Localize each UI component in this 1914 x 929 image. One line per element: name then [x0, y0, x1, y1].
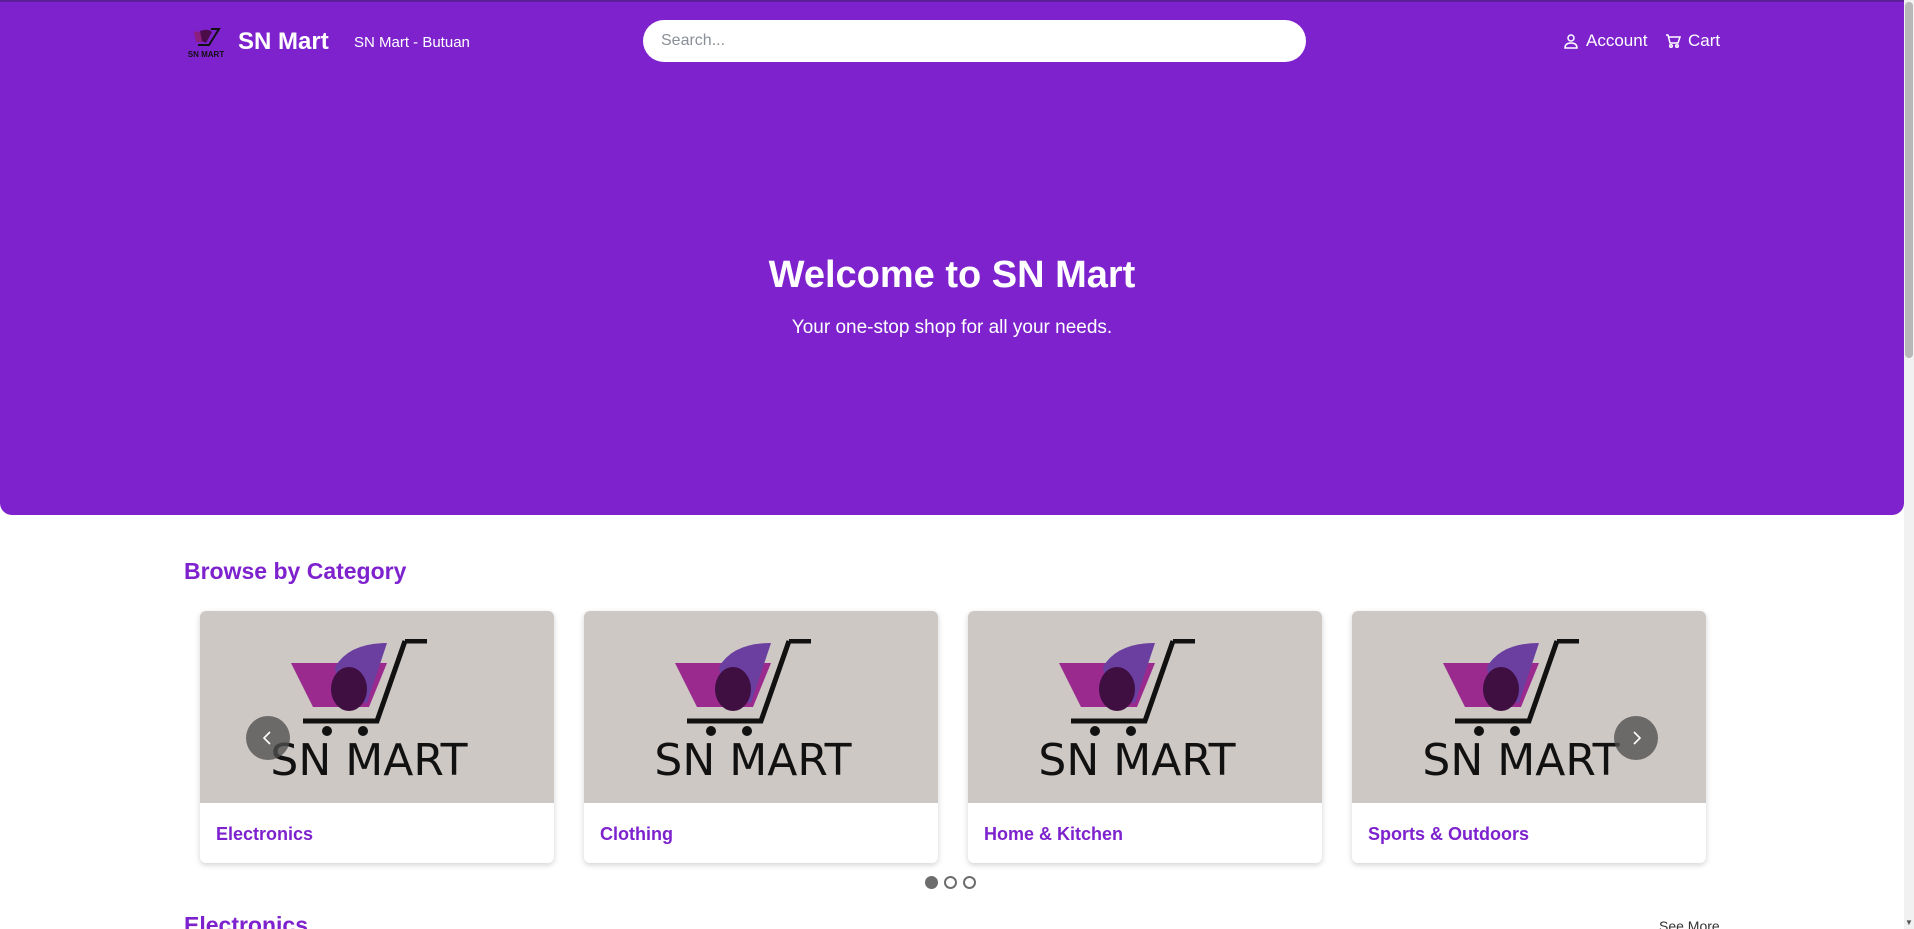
category-card-home-kitchen[interactable]: SN MART Home & Kitchen — [968, 611, 1322, 863]
carousel-dot-3[interactable] — [963, 876, 976, 889]
category-section-title: Browse by Category — [184, 558, 407, 584]
chevron-right-icon — [1633, 731, 1642, 745]
electronics-section-title: Electronics — [184, 912, 308, 929]
category-label: Home & Kitchen — [984, 824, 1124, 844]
store-location: SN Mart - Butuan — [354, 34, 470, 51]
scrollbar[interactable]: ▼ — [1904, 0, 1914, 929]
search-input[interactable] — [643, 20, 1306, 62]
svg-text:SN MART: SN MART — [654, 735, 851, 786]
scrollbar-thumb[interactable] — [1905, 2, 1913, 358]
category-image: SN MART — [200, 611, 554, 803]
logo-icon[interactable]: SN MART — [186, 26, 226, 62]
cart-link[interactable]: Cart — [1665, 30, 1720, 52]
svg-text:SN MART: SN MART — [188, 50, 225, 59]
account-label: Account — [1586, 31, 1648, 50]
hero-subtitle: Your one-stop shop for all your needs. — [791, 317, 1113, 338]
cart-icon — [1666, 34, 1681, 49]
hero-title: Welcome to SN Mart — [768, 254, 1136, 296]
sn-mart-logo-icon: SN MART — [1038, 639, 1236, 786]
page: SN MART SN Mart SN Mart - Butuan Account… — [0, 0, 1914, 929]
see-more-link[interactable]: See More — [1659, 917, 1720, 929]
svg-text:SN MART: SN MART — [270, 735, 467, 786]
carousel-dot-1[interactable] — [925, 876, 938, 889]
sn-mart-logo-icon: SN MART — [654, 639, 852, 786]
brand-name[interactable]: SN Mart — [238, 26, 329, 58]
svg-text:SN MART: SN MART — [1038, 735, 1235, 786]
carousel-next-button[interactable] — [1614, 716, 1658, 760]
cart-label: Cart — [1688, 31, 1721, 50]
category-label: Electronics — [216, 824, 314, 844]
navbar: SN MART SN Mart SN Mart - Butuan Account… — [0, 2, 1904, 80]
carousel-prev-button[interactable] — [246, 716, 290, 760]
category-label: Sports & Outdoors — [1368, 824, 1529, 844]
category-image: SN MART — [584, 611, 938, 803]
carousel-dot-2[interactable] — [944, 876, 957, 889]
category-image: SN MART — [1352, 611, 1706, 803]
hero-banner: SN MART SN Mart SN Mart - Butuan Account… — [0, 2, 1904, 515]
account-link[interactable]: Account — [1563, 30, 1647, 52]
category-card-clothing[interactable]: SN MART Clothing — [584, 611, 938, 863]
category-label: Clothing — [600, 824, 673, 844]
sn-mart-logo-icon: SN MART — [270, 639, 468, 786]
scroll-down-icon[interactable]: ▼ — [1905, 919, 1913, 927]
user-icon — [1564, 34, 1578, 49]
category-image: SN MART — [968, 611, 1322, 803]
sn-mart-logo-icon: SN MART — [1422, 639, 1620, 786]
carousel-pagination — [925, 876, 976, 889]
chevron-left-icon — [262, 731, 271, 745]
svg-text:SN MART: SN MART — [1422, 735, 1619, 786]
